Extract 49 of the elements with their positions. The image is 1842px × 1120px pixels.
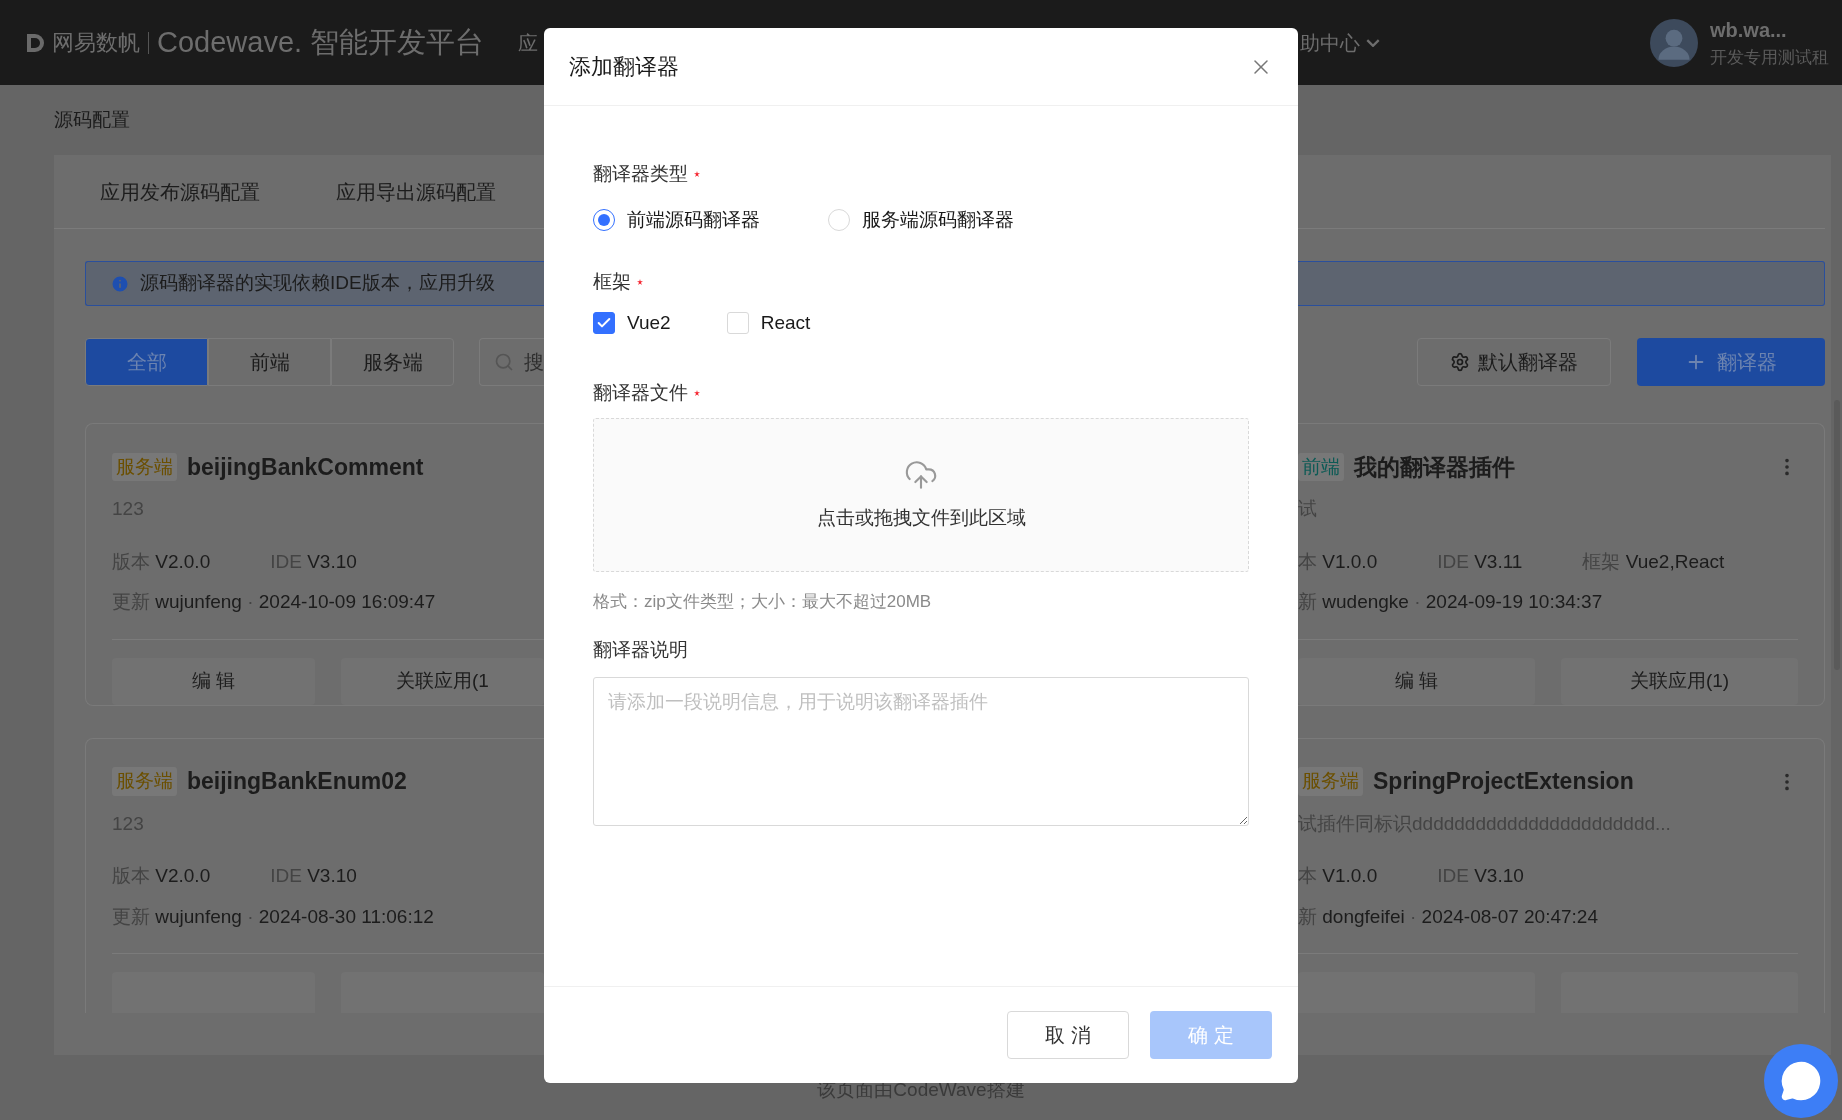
tenant-name: 开发专用测试租 (1710, 46, 1830, 69)
plugin-title: SpringProjectExtension (1373, 767, 1634, 797)
card-action-button[interactable]: 编 辑 (1298, 657, 1535, 705)
type-tag: 服务端 (112, 452, 177, 482)
alert-text: 源码翻译器的实现依赖IDE版本，应用升级 (140, 271, 495, 296)
settings-icon (1450, 352, 1470, 372)
upload-text: 点击或拖拽文件到此区域 (816, 505, 1026, 530)
card-action-button[interactable]: 关联应用(1) (1561, 657, 1798, 705)
type-tag: 前端 (1298, 452, 1344, 482)
dialog-title: 添加翻译器 (569, 53, 679, 81)
default-translator-button[interactable]: 默认翻译器 (1417, 338, 1611, 386)
type-tag: 服务端 (112, 767, 177, 796)
config-tab[interactable]: 应用发布源码配置 (100, 176, 260, 207)
checkbox-label: Vue2 (627, 310, 671, 335)
chat-icon (1780, 1060, 1822, 1102)
checkbox-label: React (760, 310, 811, 335)
search-icon (494, 352, 514, 372)
radio-label: 前端源码翻译器 (627, 207, 760, 232)
nav-item[interactable]: 应 (518, 27, 539, 58)
card-action-button[interactable]: 关联应用(1 (341, 657, 544, 705)
field-label: 翻译器说明 (593, 638, 688, 663)
plugin-title: 我的翻译器插件 (1354, 452, 1515, 482)
field-label: 翻译器类型 (593, 161, 688, 186)
field-label: 框架 (593, 269, 631, 294)
filter-tab[interactable]: 服务端 (331, 338, 454, 386)
breadcrumb: 源码配置 (54, 107, 130, 132)
description-field[interactable]: 请添加一段说明信息，用于说明该翻译器插件 (593, 676, 1249, 826)
field-label: 翻译器文件 (593, 380, 688, 405)
help-menu[interactable]: 助中心 (1300, 27, 1380, 58)
filter-tab[interactable]: 全部 (85, 338, 208, 386)
card-action-button[interactable]: 编 辑 (112, 657, 315, 705)
chevron-down-icon (1366, 38, 1380, 47)
brand-name: 网易数帆 (52, 29, 140, 57)
add-translator-button[interactable]: 翻译器 (1637, 338, 1825, 386)
filter-tab[interactable]: 前端 (208, 338, 331, 386)
checkbox[interactable] (593, 312, 615, 334)
plugin-title: beijingBankEnum02 (187, 767, 407, 797)
platform-title: 智能开发平台 (310, 24, 485, 60)
upload-hint: 格式：zip文件类型；大小：最大不超过20MB (593, 591, 933, 613)
upload-area[interactable]: 点击或拖拽文件到此区域 (593, 418, 1249, 572)
user-name: wb.wa... (1710, 17, 1788, 43)
radio-label: 服务端源码翻译器 (862, 207, 1014, 232)
product-name: Codewave. (157, 24, 303, 60)
type-tag: 服务端 (1298, 767, 1363, 796)
cancel-button[interactable]: 取 消 (1007, 1011, 1129, 1059)
avatar-icon[interactable] (1650, 18, 1698, 67)
info-icon (110, 273, 130, 294)
plugin-title: beijingBankComment (187, 452, 424, 482)
config-tab[interactable]: 应用导出源码配置 (336, 176, 496, 207)
